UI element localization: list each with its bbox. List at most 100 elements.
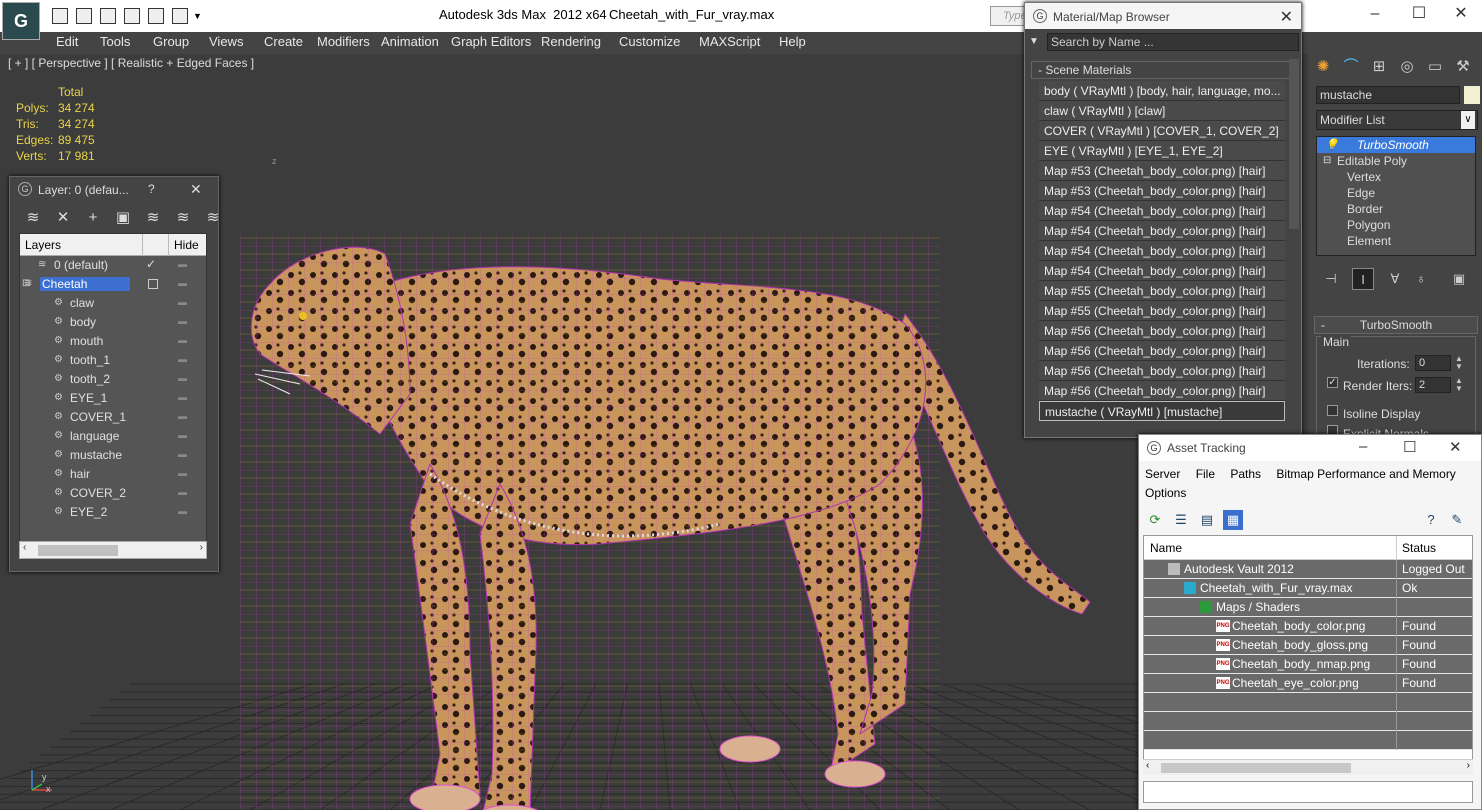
asset-hscrollbar[interactable]: ‹ › [1143, 759, 1473, 775]
stack-item[interactable]: Vertex [1317, 169, 1475, 185]
render-iters-spinner[interactable]: 2 [1415, 377, 1451, 393]
stack-item[interactable]: 💡 TurboSmooth [1317, 137, 1475, 153]
stack-item[interactable]: Edge [1317, 185, 1475, 201]
column-hide[interactable]: Hide [174, 238, 199, 252]
material-item[interactable]: Map #55 (Cheetah_body_color.png) [hair] [1039, 301, 1285, 321]
layer-row[interactable]: ⚙ tooth_2 ▬ [20, 370, 206, 389]
help-icon[interactable]: ? [1421, 510, 1441, 530]
viewport-label[interactable]: [ + ] [ Perspective ] [ Realistic + Edge… [8, 56, 254, 70]
menu-edit[interactable]: Edit [56, 34, 78, 49]
spinner-arrows-icon[interactable]: ▲ ▼ [1455, 355, 1463, 371]
scroll-right-icon[interactable]: › [1467, 760, 1470, 771]
material-item[interactable]: Map #56 (Cheetah_body_color.png) [hair] [1039, 381, 1285, 401]
stack-item[interactable]: Border [1317, 201, 1475, 217]
hide-toggle[interactable]: ▬ [178, 354, 187, 364]
search-by-name-input[interactable]: Search by Name ... [1047, 33, 1299, 51]
material-item[interactable]: Map #54 (Cheetah_body_color.png) [hair] [1039, 241, 1285, 261]
hide-toggle[interactable]: ▬ [178, 278, 187, 288]
asset-row[interactable]: PNG Cheetah_eye_color.png Found [1144, 674, 1472, 693]
options-dropdown-icon[interactable]: ▼ [1029, 36, 1039, 47]
create-layer-icon[interactable]: ≋ [24, 209, 42, 227]
create-tab-icon[interactable]: ✺ [1312, 56, 1334, 78]
material-browser-titlebar[interactable]: G Material/Map Browser ✕ [1025, 3, 1301, 29]
pin-icon[interactable]: ✎ [1447, 510, 1467, 530]
scroll-thumb[interactable] [1161, 763, 1351, 773]
scene-materials-group[interactable]: - Scene Materials [1031, 61, 1291, 79]
table-view-icon[interactable]: ▦ [1223, 510, 1243, 530]
layer-row[interactable]: ⚙ mustache ▬ [20, 446, 206, 465]
layer-dialog-titlebar[interactable]: G Layer: 0 (defau... ? ✕ [10, 177, 218, 201]
configure-sets-icon[interactable]: ▣ [1448, 268, 1470, 290]
close-icon[interactable]: ✕ [190, 181, 202, 198]
scroll-left-icon[interactable]: ‹ [1146, 760, 1149, 771]
hide-toggle[interactable]: ▬ [178, 411, 187, 421]
layer-row[interactable]: ≋ 0 (default) ✓ ▬ [20, 256, 206, 275]
hide-toggle[interactable]: ▬ [178, 259, 187, 269]
layer-row[interactable]: ⚙ COVER_2 ▬ [20, 484, 206, 503]
hide-toggle[interactable]: ▬ [178, 373, 187, 383]
select-objects-icon[interactable]: ▣ [114, 209, 132, 227]
modify-tab-icon[interactable]: ⌒ [1340, 56, 1362, 78]
asset-row[interactable]: PNG Cheetah_body_color.png Found [1144, 617, 1472, 636]
delete-layer-icon[interactable]: ✕ [54, 209, 72, 227]
menu-maxscript[interactable]: MAXScript [699, 34, 760, 49]
minimize-icon[interactable]: – [1360, 4, 1390, 24]
modifier-list-dropdown[interactable]: Modifier List ∨ [1316, 110, 1478, 130]
column-name[interactable]: Name [1150, 541, 1182, 555]
remove-modifier-icon[interactable]: ♁ [1410, 268, 1432, 290]
iterations-spinner[interactable]: 0 [1415, 355, 1451, 371]
menu-file[interactable]: File [1196, 467, 1215, 481]
hide-toggle[interactable]: ▬ [178, 487, 187, 497]
layer-row[interactable]: ⚙ claw ▬ [20, 294, 206, 313]
render-iters-checkbox[interactable]: ✓ [1327, 377, 1338, 388]
material-item[interactable]: Map #53 (Cheetah_body_color.png) [hair] [1039, 161, 1285, 181]
asset-tracking-titlebar[interactable]: G Asset Tracking – ☐ ✕ [1139, 435, 1481, 461]
material-item[interactable]: Map #54 (Cheetah_body_color.png) [hair] [1039, 201, 1285, 221]
collapse-icon[interactable]: ⊟ [1323, 153, 1331, 169]
layer-row[interactable]: ⚙ EYE_2 ▬ [20, 503, 206, 522]
highlight-layer-icon[interactable]: ≋ [144, 209, 162, 227]
menu-help[interactable]: Help [779, 34, 806, 49]
redo-icon[interactable] [124, 8, 140, 24]
maximize-icon[interactable]: ☐ [1403, 438, 1416, 456]
asset-row[interactable]: PNG Cheetah_body_nmap.png Found [1144, 655, 1472, 674]
hide-toggle[interactable]: ▬ [178, 335, 187, 345]
app-logo-icon[interactable]: G [2, 2, 40, 40]
chevron-down-icon[interactable]: ∨ [1461, 111, 1475, 129]
material-item[interactable]: claw ( VRayMtl ) [claw] [1039, 101, 1285, 121]
refresh-icon[interactable]: ⟳ [1145, 510, 1165, 530]
layer-row[interactable]: ⚙ tooth_1 ▬ [20, 351, 206, 370]
utilities-tab-icon[interactable]: ⚒ [1452, 56, 1474, 78]
hide-toggle[interactable]: ▬ [178, 449, 187, 459]
asset-path-input[interactable] [1143, 781, 1473, 803]
layer-hscrollbar[interactable]: ‹ › [19, 541, 207, 559]
asset-row[interactable]: PNG Cheetah_body_gloss.png Found [1144, 636, 1472, 655]
object-name-field[interactable]: mustache [1316, 86, 1460, 104]
add-to-layer-icon[interactable]: + [84, 209, 102, 227]
fetch-icon[interactable] [172, 8, 188, 24]
menu-tools[interactable]: Tools [100, 34, 130, 49]
hide-all-icon[interactable]: ≋ [174, 209, 192, 227]
turbosmooth-rollout-header[interactable]: - TurboSmooth [1314, 316, 1478, 334]
menu-options[interactable]: Options [1145, 486, 1186, 500]
menu-modifiers[interactable]: Modifiers [317, 34, 370, 49]
menu-rendering[interactable]: Rendering [541, 34, 601, 49]
hierarchy-tab-icon[interactable]: ⊞ [1368, 56, 1390, 78]
layer-row[interactable]: ⚙ language ▬ [20, 427, 206, 446]
close-icon[interactable]: ✕ [1446, 4, 1476, 24]
make-unique-icon[interactable]: ∀ [1384, 268, 1406, 290]
material-item[interactable]: Map #56 (Cheetah_body_color.png) [hair] [1039, 321, 1285, 341]
minimize-icon[interactable]: – [1359, 438, 1367, 455]
pin-stack-icon[interactable]: ⊣ [1320, 268, 1342, 290]
scroll-left-icon[interactable]: ‹ [23, 542, 26, 553]
layer-row[interactable]: ⚙ hair ▬ [20, 465, 206, 484]
title-search-input[interactable]: Type [990, 6, 1027, 26]
column-layers[interactable]: Layers [25, 238, 61, 252]
menu-animation[interactable]: Animation [381, 34, 439, 49]
motion-tab-icon[interactable]: ◎ [1396, 56, 1418, 78]
hide-toggle[interactable]: ▬ [178, 297, 187, 307]
hide-toggle[interactable]: ▬ [178, 468, 187, 478]
quick-access-dropdown-icon[interactable]: ▼ [193, 8, 205, 24]
asset-row[interactable]: Autodesk Vault 2012Logged Out ... [1144, 560, 1472, 594]
thumbnail-view-icon[interactable]: ▤ [1197, 510, 1217, 530]
